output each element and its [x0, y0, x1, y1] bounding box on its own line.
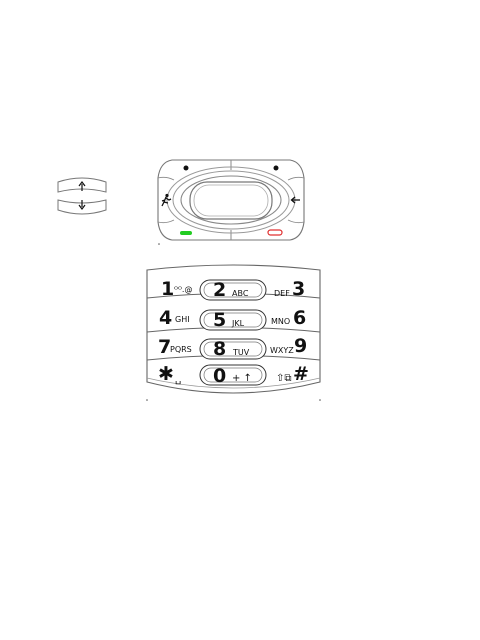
back-arrow-icon[interactable]: [290, 196, 301, 204]
navigation-pad: [157, 159, 305, 245]
key-9[interactable]: WXYZ 9: [270, 335, 307, 357]
key-hash[interactable]: ⇧⧉ #: [276, 363, 309, 385]
key-digit: 1: [161, 278, 174, 300]
hash-icon: #: [293, 363, 309, 385]
key-digit: 4: [159, 307, 172, 329]
key-letters: JKL: [231, 319, 245, 328]
keypad: 1 ᴼᴼ.@ 2 ABC DEF 3 4 GHI 5 JKL MNO 6 7 P…: [146, 264, 321, 401]
voicemail-icon: ᴼᴼ.@: [174, 285, 192, 294]
key-digit: 2: [213, 279, 226, 301]
key-letters: DEF: [274, 289, 290, 298]
key-letters: PQRS: [170, 345, 192, 354]
key-digit: 0: [213, 365, 226, 387]
shift-case-icon: ⇧⧉: [276, 373, 292, 384]
key-5[interactable]: 5 JKL: [199, 309, 267, 331]
key-digit: 8: [213, 338, 226, 360]
key-4[interactable]: 4 GHI: [159, 307, 190, 329]
end-key-icon[interactable]: [267, 229, 283, 236]
key-letters: ABC: [232, 289, 249, 298]
key-6[interactable]: MNO 6: [271, 307, 306, 329]
key-0[interactable]: 0 + ↑: [199, 364, 267, 387]
key-letters: TUV: [232, 348, 250, 357]
key-8[interactable]: 8 TUV: [199, 338, 267, 360]
key-letters: WXYZ: [270, 346, 294, 355]
key-letters: MNO: [271, 317, 290, 326]
arrow-up-icon: [78, 181, 86, 191]
key-digit: 5: [213, 309, 226, 331]
key-star[interactable]: ✱ ␣: [158, 363, 181, 385]
key-digit: 3: [292, 278, 305, 300]
key-2[interactable]: 2 ABC: [199, 279, 267, 301]
key-1[interactable]: 1 ᴼᴼ.@: [161, 278, 192, 300]
key-letters: + ↑: [232, 373, 252, 384]
key-3[interactable]: DEF 3: [274, 278, 305, 300]
key-digit: 6: [293, 307, 306, 329]
call-key-icon[interactable]: [180, 231, 192, 235]
right-soft-key[interactable]: [273, 165, 279, 171]
key-digit: 9: [294, 335, 307, 357]
space-icon: ␣: [175, 374, 181, 385]
asterisk-icon: ✱: [158, 363, 174, 385]
volume-rocker: [57, 177, 107, 215]
arrow-down-icon: [78, 200, 86, 210]
key-7[interactable]: 7 PQRS: [158, 336, 192, 358]
key-letters: GHI: [175, 315, 190, 324]
left-soft-key[interactable]: [183, 165, 189, 171]
nav-center-select-key[interactable]: [189, 181, 273, 220]
